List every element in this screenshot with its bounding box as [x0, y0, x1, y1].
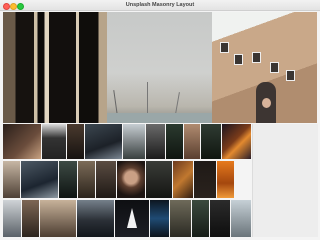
thumb-hands-face[interactable]	[117, 161, 145, 198]
title-bar: Unsplash Masonry Layout	[0, 0, 320, 11]
window-title: Unsplash Masonry Layout	[125, 2, 195, 8]
thumb-light-a[interactable]	[115, 200, 149, 237]
light-a-shape	[127, 208, 137, 228]
thumb-shadow[interactable]	[67, 124, 84, 159]
sky-pole-3	[175, 92, 180, 114]
empty-grid-area	[252, 124, 318, 237]
house-person-face	[262, 98, 271, 108]
thumb-person-gray[interactable]	[184, 124, 200, 159]
thumb-portrait-1[interactable]	[3, 124, 41, 159]
thumb-flame[interactable]	[217, 161, 234, 198]
thumb-row3-7[interactable]	[170, 200, 191, 237]
house-window	[252, 52, 261, 63]
thumb-autumn[interactable]	[173, 161, 193, 198]
house-window	[286, 70, 295, 81]
photo-building-columns[interactable]	[3, 12, 107, 123]
sky-water	[107, 113, 212, 123]
thumb-interior[interactable]	[22, 200, 39, 237]
thumb-street-dark[interactable]	[210, 200, 230, 237]
thumb-sky-small[interactable]	[231, 200, 251, 237]
thumb-plant[interactable]	[192, 200, 209, 237]
thumb-portrait-dark[interactable]	[146, 161, 172, 198]
thumb-row2-4[interactable]	[78, 161, 95, 198]
thumb-mountain[interactable]	[21, 161, 58, 198]
house-window	[220, 42, 229, 53]
sky-pole-1	[113, 90, 118, 115]
thumb-forest[interactable]	[201, 124, 221, 159]
thumb-tree[interactable]	[166, 124, 183, 159]
thumb-row2-1[interactable]	[3, 161, 20, 198]
thumb-bottle[interactable]	[59, 161, 77, 198]
sky-pole-2	[147, 82, 148, 117]
photo-apartment-woman[interactable]	[212, 12, 317, 123]
thumb-dark-room[interactable]	[42, 124, 66, 159]
thumb-harbor[interactable]	[77, 200, 114, 237]
thumb-night[interactable]	[194, 161, 216, 198]
thumb-fashion[interactable]	[146, 124, 165, 159]
house-window	[234, 54, 243, 65]
thumb-fire[interactable]	[222, 124, 251, 159]
thumb-woman-standing[interactable]	[40, 200, 76, 237]
app-window: Unsplash Masonry Layout	[0, 0, 320, 240]
thumb-blue-light[interactable]	[150, 200, 169, 237]
thumb-woman-dark[interactable]	[96, 161, 116, 198]
thumb-street[interactable]	[123, 124, 145, 159]
thumb-city[interactable]	[3, 200, 21, 237]
thumb-car[interactable]	[85, 124, 122, 159]
house-window	[270, 62, 279, 73]
photo-overcast-sky[interactable]	[107, 12, 212, 123]
